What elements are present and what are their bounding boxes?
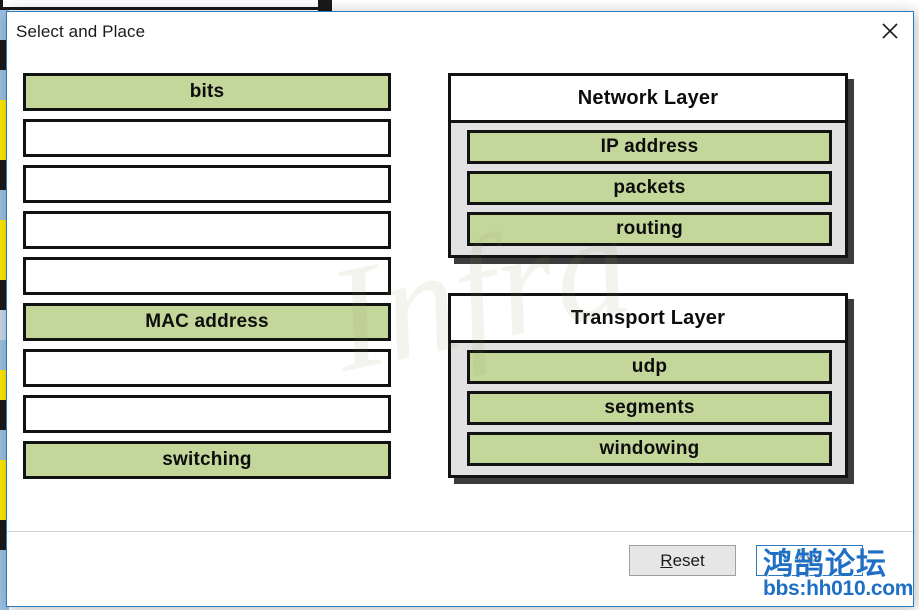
dialog-footer: Reset OK bbox=[7, 531, 913, 606]
drop-target-panels: Network Layer IP address packets routing Tra… bbox=[448, 73, 848, 513]
drag-item-label: switching bbox=[162, 449, 252, 470]
drop-slot-label: packets bbox=[613, 177, 686, 198]
drop-slot[interactable]: routing bbox=[467, 212, 832, 246]
drag-item-empty[interactable] bbox=[23, 211, 391, 249]
drop-slot-label: IP address bbox=[600, 136, 699, 157]
layer-panel: Network Layer IP address packets routing bbox=[448, 73, 848, 258]
drag-item[interactable]: bits bbox=[23, 73, 391, 111]
layer-panel-body: udp segments windowing bbox=[451, 343, 845, 475]
drag-item[interactable]: switching bbox=[23, 441, 391, 479]
layer-panel: Transport Layer udp segments windowing bbox=[448, 293, 848, 478]
drop-slot-label: windowing bbox=[599, 438, 700, 459]
layer-panel-title: Transport Layer bbox=[451, 296, 845, 343]
select-and-place-dialog: Select and Place bits MAC address switchin… bbox=[6, 11, 914, 607]
drop-slot-label: segments bbox=[604, 397, 695, 418]
drag-item-empty[interactable] bbox=[23, 395, 391, 433]
drag-item[interactable]: MAC address bbox=[23, 303, 391, 341]
layer-panel-body: IP address packets routing bbox=[451, 123, 845, 255]
drag-item-bank: bits MAC address switching bbox=[23, 73, 391, 487]
drop-slot[interactable]: windowing bbox=[467, 432, 832, 466]
background-window-top-edge bbox=[0, 0, 330, 10]
drop-slot[interactable]: packets bbox=[467, 171, 832, 205]
drag-item-label: bits bbox=[189, 81, 225, 102]
drag-item-empty[interactable] bbox=[23, 119, 391, 157]
reset-label-rest: eset bbox=[672, 550, 705, 570]
drag-item-empty[interactable] bbox=[23, 257, 391, 295]
dialog-content: bits MAC address switching Network Layer IP… bbox=[7, 52, 913, 532]
drag-item-empty[interactable] bbox=[23, 349, 391, 387]
reset-button[interactable]: Reset bbox=[629, 545, 736, 576]
dialog-titlebar: Select and Place bbox=[7, 12, 913, 52]
drag-item-label: MAC address bbox=[145, 311, 269, 332]
layer-panel-title: Network Layer bbox=[451, 76, 845, 123]
drop-slot[interactable]: segments bbox=[467, 391, 832, 425]
ok-button[interactable]: OK bbox=[756, 545, 863, 576]
reset-accel-letter: R bbox=[660, 550, 673, 570]
drop-slot-label: routing bbox=[616, 218, 683, 239]
drop-slot[interactable]: IP address bbox=[467, 130, 832, 164]
drop-slot[interactable]: udp bbox=[467, 350, 832, 384]
drop-slot-label: udp bbox=[631, 356, 668, 377]
close-icon[interactable] bbox=[867, 12, 913, 50]
dialog-title: Select and Place bbox=[16, 22, 146, 41]
drag-item-empty[interactable] bbox=[23, 165, 391, 203]
ok-label: OK bbox=[797, 550, 822, 570]
